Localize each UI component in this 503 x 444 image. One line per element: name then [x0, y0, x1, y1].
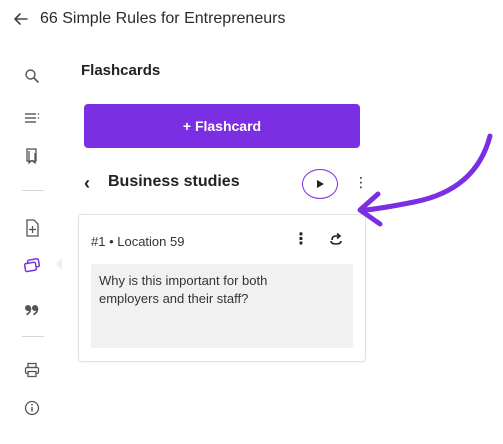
deck-name: Business studies: [108, 173, 240, 190]
card-more-icon[interactable]: ⋮: [293, 229, 309, 249]
rail-divider: [22, 336, 44, 337]
play-icon: [317, 180, 324, 188]
panel-title: Flashcards: [81, 62, 161, 79]
print-icon[interactable]: [22, 360, 42, 380]
card-question-text: Why is this important for both employers…: [99, 273, 268, 306]
book-title: 66 Simple Rules for Entrepreneurs: [40, 10, 286, 27]
back-arrow-icon[interactable]: [12, 8, 30, 30]
bookmark-icon[interactable]: [22, 146, 42, 166]
rail-active-indicator: [56, 258, 62, 270]
quotes-icon[interactable]: [22, 300, 42, 320]
table-of-contents-icon[interactable]: [22, 108, 42, 128]
flip-card-icon[interactable]: [328, 232, 344, 246]
search-icon[interactable]: [22, 66, 42, 86]
play-button[interactable]: [302, 169, 338, 199]
add-flashcard-button[interactable]: + Flashcard: [84, 104, 360, 148]
annotation-arrow: [357, 133, 493, 227]
flashcards-icon[interactable]: [22, 256, 42, 276]
rail-divider: [22, 190, 44, 191]
chevron-left-icon[interactable]: ‹: [84, 173, 90, 194]
add-note-icon[interactable]: [22, 218, 42, 238]
info-icon[interactable]: [22, 398, 42, 418]
card-location: #1 • Location 59: [91, 234, 185, 249]
